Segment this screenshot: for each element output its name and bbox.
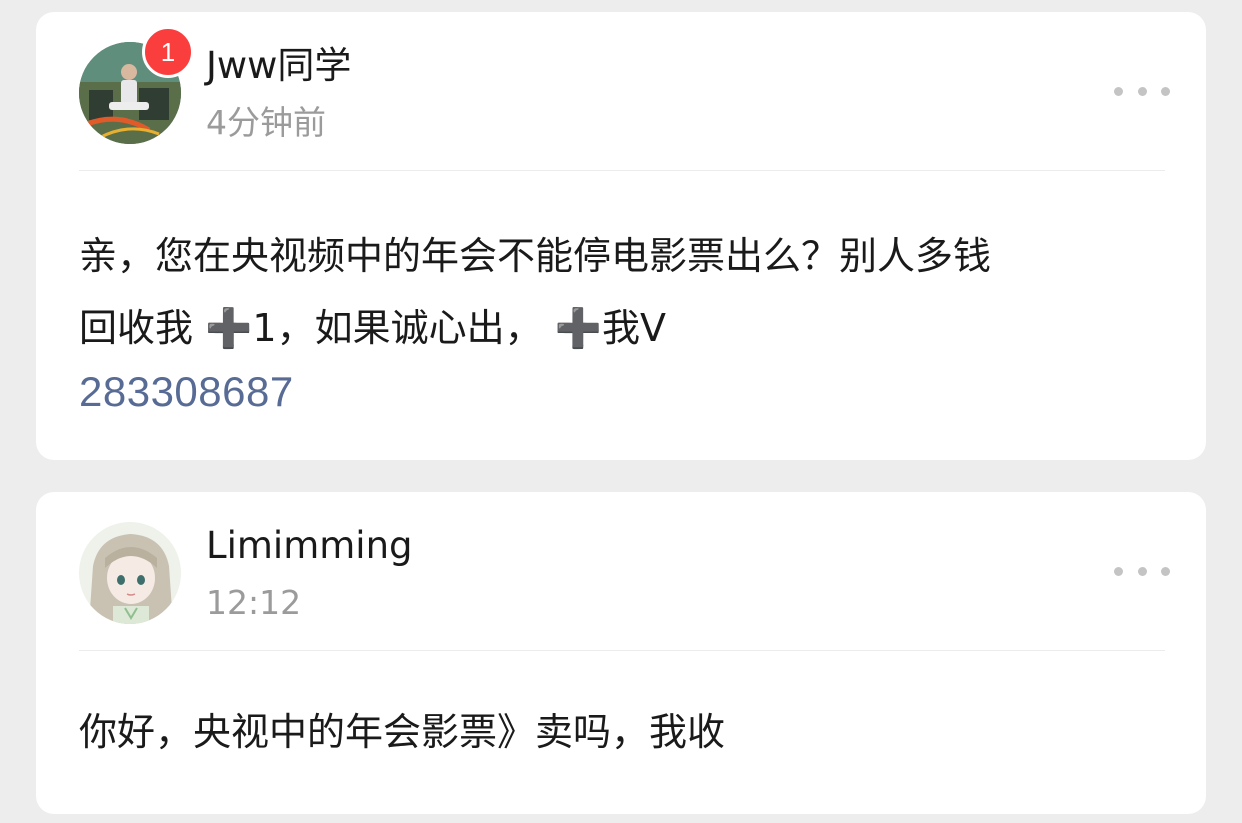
dot: [1161, 566, 1170, 576]
comment-card: 1 Jww同学 4分钟前 亲，您在央视频中的年会不能停电影票出么？别人多钱 回收…: [36, 12, 1206, 460]
timestamp: 12:12: [206, 583, 302, 622]
more-dots-icon[interactable]: [1114, 76, 1170, 106]
comment-card: Limimming 12:12 你好，央视中的年会影票》卖吗，我收: [36, 492, 1206, 814]
notification-badge: 1: [142, 26, 194, 78]
comment-text: 你好，央视中的年会影票》卖吗，我收: [79, 710, 726, 754]
username[interactable]: Jww同学: [206, 42, 351, 90]
timestamp: 4分钟前: [206, 103, 326, 142]
divider: [79, 170, 1165, 171]
comment-text: 亲，您在央视频中的年会不能停电影票出么？别人多钱 回收我 ➕1，如果诚心出， ➕…: [79, 234, 992, 350]
phone-number-link[interactable]: 283308687: [79, 364, 294, 420]
dot: [1161, 86, 1170, 96]
more-dots-icon[interactable]: [1114, 556, 1170, 586]
dot: [1137, 86, 1147, 96]
avatar-anime-girl-icon[interactable]: [79, 522, 181, 624]
dot: [1114, 86, 1123, 96]
dot: [1137, 566, 1147, 576]
username[interactable]: Limimming: [206, 522, 413, 570]
dot: [1114, 566, 1123, 576]
divider: [79, 650, 1165, 651]
